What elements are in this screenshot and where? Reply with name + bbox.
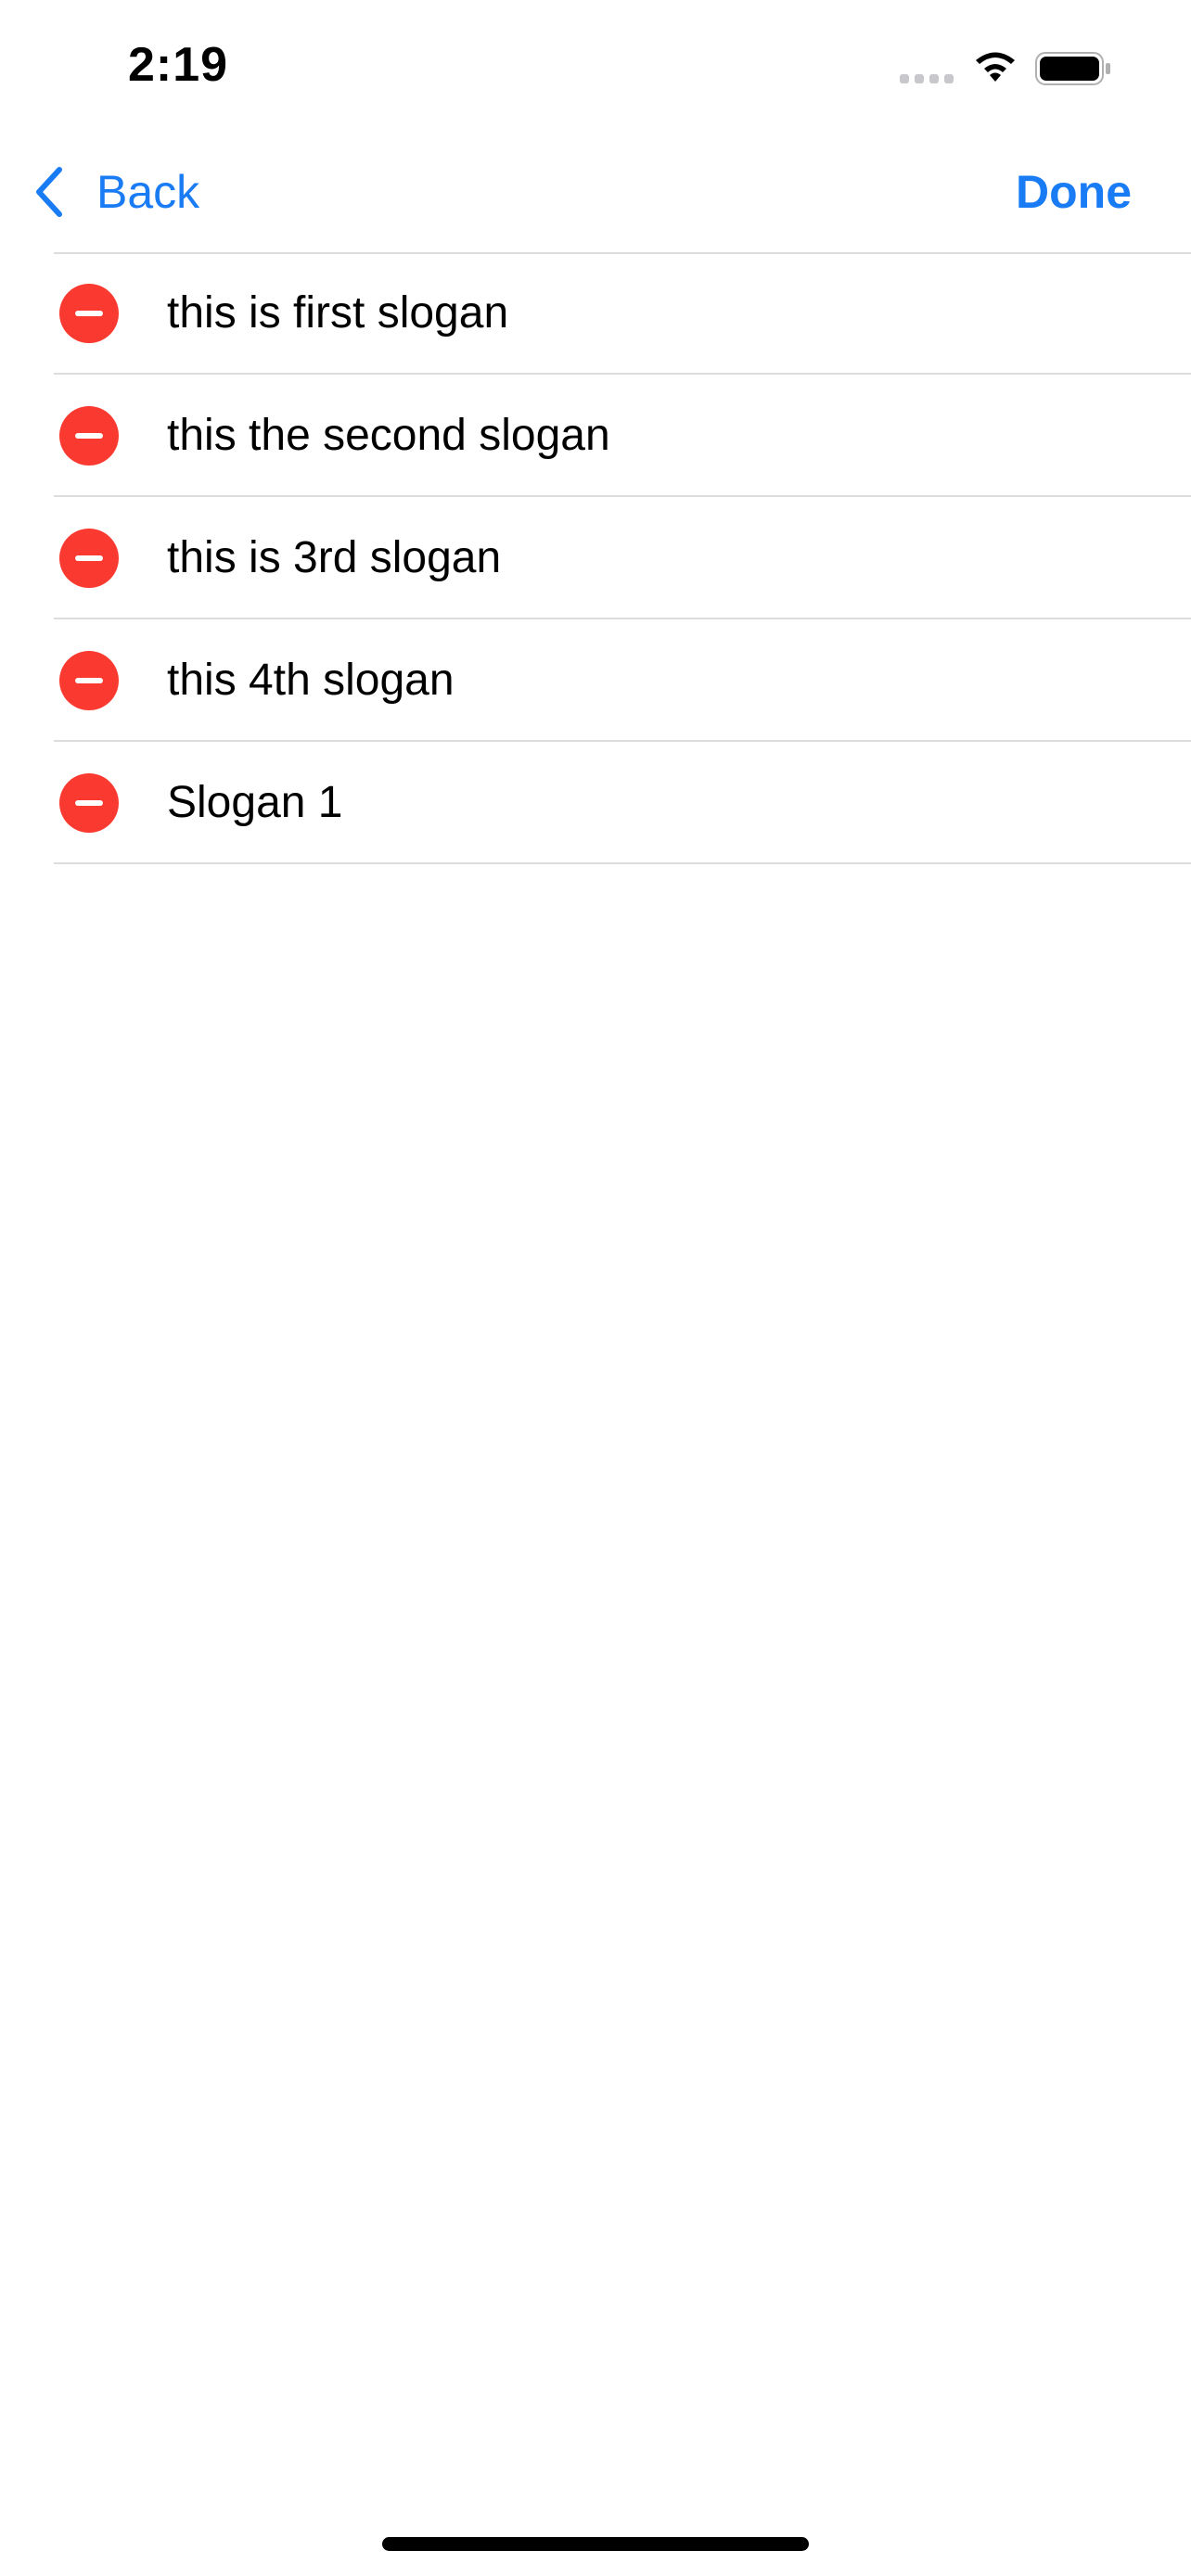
done-button[interactable]: Done [1016,159,1132,224]
battery-icon [1035,52,1110,85]
list-item-label: this 4th slogan [167,656,455,705]
home-indicator[interactable] [382,2537,809,2551]
status-time: 2:19 [128,38,229,92]
list-item[interactable]: Slogan 1 [0,742,1191,864]
navigation-bar: Back Done [0,130,1191,252]
list-item[interactable]: this is 3rd slogan [0,497,1191,619]
back-label: Back [96,166,200,218]
list-item[interactable]: this is first slogan [0,252,1191,375]
list-item-label: this is first slogan [167,288,509,338]
list-item[interactable]: this the second slogan [0,375,1191,497]
delete-minus-icon[interactable] [59,406,119,465]
list-item-label: this the second slogan [167,411,610,460]
status-bar: 2:19 [0,0,1191,130]
list-item[interactable]: this 4th slogan [0,619,1191,742]
delete-minus-icon[interactable] [59,284,119,343]
wifi-icon [976,52,1015,82]
list-item-label: this is 3rd slogan [167,533,502,582]
delete-minus-icon[interactable] [59,529,119,588]
delete-minus-icon[interactable] [59,651,119,710]
delete-minus-icon[interactable] [59,773,119,833]
back-button[interactable]: Back [32,159,199,224]
chevron-left-icon [36,167,62,217]
list-item-label: Slogan 1 [167,778,343,827]
slogan-list: this is first slogan this the second slo… [0,252,1191,864]
cellular-signal-icon [900,74,955,83]
